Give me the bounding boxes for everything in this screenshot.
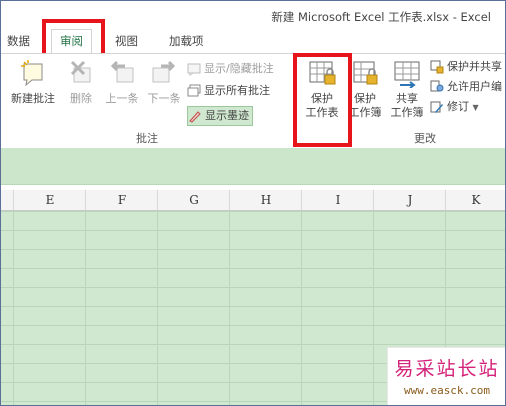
protect-and-share-label: 保护并共享 — [447, 60, 502, 73]
track-changes-icon — [430, 100, 444, 114]
show-ink-button[interactable]: 显示墨迹 — [187, 106, 253, 126]
share-workbook-label-2: 工作簿 — [390, 106, 424, 119]
show-all-comments-button[interactable]: 显示所有批注 — [187, 82, 270, 100]
column-header-e[interactable]: E — [13, 190, 86, 210]
formula-bar[interactable] — [1, 148, 505, 185]
excel-window: 新建 Microsoft Excel 工作表.xlsx - Excel 数据 审… — [0, 0, 506, 406]
next-comment-button[interactable]: 下一条 — [145, 58, 183, 106]
column-header-f[interactable]: F — [85, 190, 158, 210]
protect-share-icon — [430, 60, 444, 74]
share-workbook-button[interactable]: 共享 工作簿 — [387, 58, 427, 120]
tab-view[interactable]: 视图 — [115, 33, 138, 49]
new-comment-icon — [18, 58, 48, 88]
column-header-h[interactable]: H — [229, 190, 302, 210]
new-comment-button[interactable]: 新建批注 — [7, 58, 59, 106]
allow-users-edit-label: 允许用户编 — [447, 80, 502, 93]
show-hide-comment-label: 显示/隐藏批注 — [204, 62, 274, 75]
ink-pen-icon — [188, 109, 202, 123]
allow-users-edit-button[interactable]: 允许用户编 — [430, 78, 502, 96]
watermark-title: 易采站长站 — [394, 358, 500, 380]
delete-label: 删除 — [70, 92, 92, 105]
column-header-k[interactable]: K — [445, 190, 505, 210]
column-header-i[interactable]: I — [301, 190, 374, 210]
show-hide-comment-button[interactable]: 显示/隐藏批注 — [187, 60, 274, 78]
share-workbook-label-1: 共享 — [396, 92, 418, 105]
show-hide-comment-icon — [187, 62, 201, 76]
track-changes-label: 修订 — [447, 100, 469, 113]
column-header-g[interactable]: G — [157, 190, 230, 210]
protect-sheet-highlight — [293, 53, 352, 147]
comments-group-label: 批注 — [136, 132, 158, 145]
tab-data[interactable]: 数据 — [7, 33, 30, 49]
ribbon-panel: 新建批注 删除 上一条 下一条 显示/隐藏批注 显示所有批注 显示墨迹 批注 保… — [1, 53, 505, 149]
show-all-comments-label: 显示所有批注 — [204, 84, 270, 97]
show-ink-label: 显示墨迹 — [205, 109, 249, 122]
site-watermark: 易采站长站 www.easck.com — [387, 347, 505, 405]
next-arrow-icon — [149, 58, 179, 88]
column-headers: E F G H I J K — [1, 190, 505, 211]
column-header-j[interactable]: J — [373, 190, 446, 210]
previous-comment-button[interactable]: 上一条 — [103, 58, 141, 106]
allow-users-icon — [430, 80, 444, 94]
watermark-url: www.easck.com — [403, 384, 491, 397]
share-workbook-icon — [392, 58, 422, 89]
review-tab-highlight — [42, 19, 105, 57]
next-label: 下一条 — [147, 92, 181, 105]
changes-group-label: 更改 — [414, 132, 436, 145]
previous-arrow-icon — [107, 58, 137, 88]
new-comment-label: 新建批注 — [11, 92, 55, 105]
show-all-comments-icon — [187, 84, 201, 98]
delete-comment-icon — [66, 58, 96, 88]
window-title: 新建 Microsoft Excel 工作表.xlsx - Excel — [271, 10, 491, 24]
tab-addins[interactable]: 加载项 — [169, 33, 204, 49]
delete-comment-button[interactable]: 删除 — [65, 58, 97, 106]
protect-and-share-button[interactable]: 保护并共享 — [430, 58, 502, 76]
protect-workbook-icon — [350, 58, 380, 88]
chevron-down-icon: ▼ — [472, 103, 479, 112]
previous-label: 上一条 — [105, 92, 139, 105]
track-changes-button[interactable]: 修订 ▼ — [430, 98, 479, 116]
